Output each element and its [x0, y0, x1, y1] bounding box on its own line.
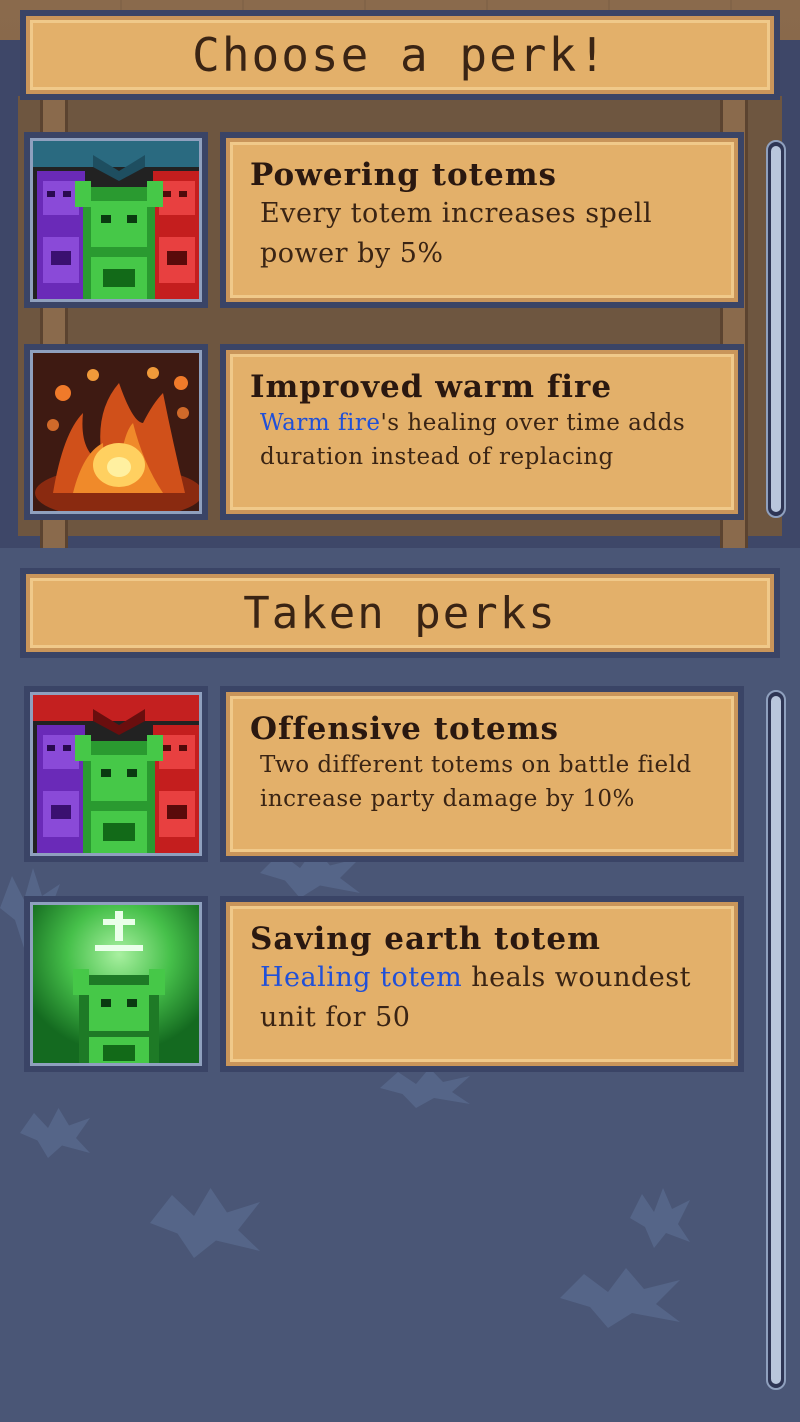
perk-description: Every totem increases spell power by 5%	[260, 198, 653, 269]
foliage-decoration	[630, 1188, 690, 1248]
earth-totem-icon	[30, 902, 202, 1066]
scrollbar-thumb[interactable]	[771, 146, 781, 512]
perk-title: Saving earth totem	[250, 921, 601, 957]
spell-link-healing-totem[interactable]: Healing totem	[260, 962, 462, 993]
perk-title: Powering totems	[250, 157, 557, 193]
foliage-decoration	[380, 1068, 470, 1108]
perk-description: Two different totems on battle field inc…	[260, 752, 692, 812]
scrollbar-thumb[interactable]	[771, 696, 781, 1384]
foliage-decoration	[150, 1188, 260, 1258]
taken-perks-scrollbar[interactable]	[766, 690, 786, 1390]
page-title: Choose a perk!	[192, 28, 608, 82]
perk-option-improved-warm-fire[interactable]: Improved warm fire Warm fire's healing o…	[24, 344, 744, 520]
taken-perk-saving-earth-totem: Saving earth totem Healing totem heals w…	[24, 896, 744, 1072]
perk-description: Healing totem heals woundest unit for 50	[260, 962, 691, 1033]
foliage-decoration	[20, 1108, 90, 1158]
foliage-decoration	[560, 1268, 680, 1328]
perk-title: Improved warm fire	[250, 369, 613, 405]
perk-description: Warm fire's healing over time adds durat…	[260, 410, 686, 470]
spell-link-warm-fire[interactable]: Warm fire	[260, 410, 380, 436]
perk-option-powering-totems[interactable]: Powering totems Every totem increases sp…	[24, 132, 744, 308]
available-perks-scrollbar[interactable]	[766, 140, 786, 518]
three-totems-teal-icon	[30, 138, 202, 302]
taken-perks-banner: Taken perks	[20, 568, 780, 658]
perk-title: Offensive totems	[250, 711, 559, 747]
three-totems-red-icon	[30, 692, 202, 856]
section-title: Taken perks	[243, 587, 557, 639]
warm-fire-icon	[30, 350, 202, 514]
choose-perk-banner: Choose a perk!	[20, 10, 780, 100]
taken-perk-offensive-totems: Offensive totems Two different totems on…	[24, 686, 744, 862]
